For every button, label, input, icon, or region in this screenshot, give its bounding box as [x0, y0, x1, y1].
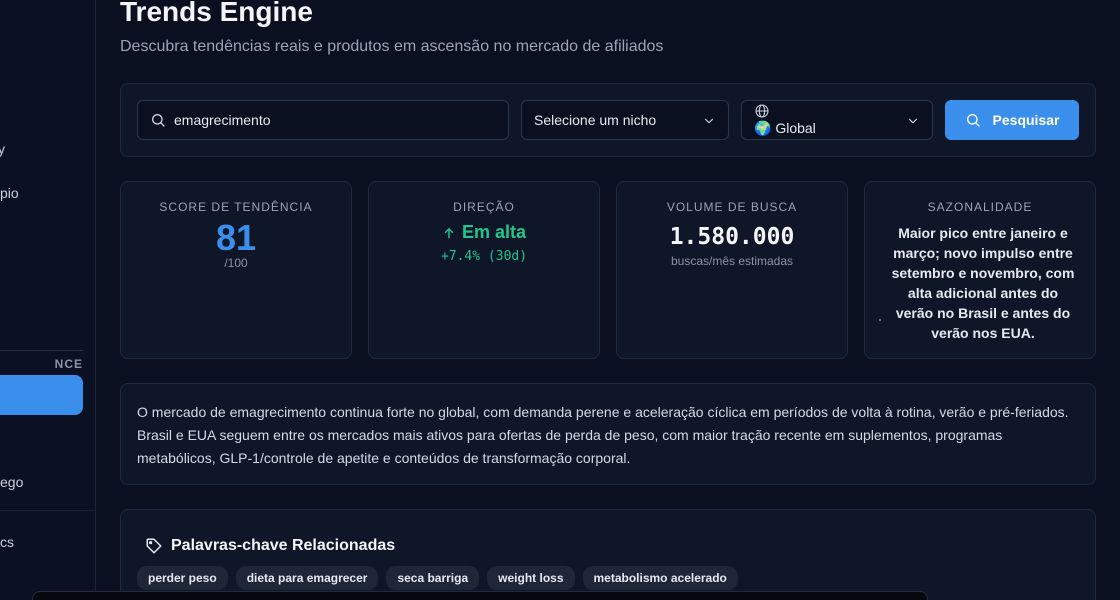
score-label: Score de Tendência — [159, 200, 313, 214]
bottom-overlay-bar — [32, 591, 928, 600]
search-icon — [152, 114, 165, 127]
direction-value-text: Em alta — [461, 222, 527, 242]
sidebar-item-b[interactable]: pio — [0, 185, 19, 201]
score-max: /100 — [224, 256, 248, 270]
related-keywords-title-text: Palavras-chave Relacionadas — [171, 537, 396, 554]
sidebar-item-label: cs — [0, 534, 14, 550]
region-select[interactable]: 🌍 Global — [741, 100, 933, 140]
sidebar-item-label: ego — [0, 474, 24, 490]
region-select-value: 🌍 Global — [754, 120, 816, 136]
keyword-chips: perder peso dieta para emagrecer seca ba… — [137, 566, 738, 590]
sidebar-item-label: y — [0, 141, 5, 157]
volume-card: Volume de Busca 1.580.000 buscas/mês est… — [616, 181, 848, 359]
niche-select[interactable]: Selecione um nicho — [521, 100, 729, 140]
seasonality-card: Sazonalidade Maior pico entre janeiro e … — [864, 181, 1096, 359]
sidebar-item-label: pio — [0, 185, 19, 201]
search-panel: Selecione um nicho 🌍 Global Pesquisar — [120, 83, 1096, 157]
market-summary-text: O mercado de emagrecimento continua fort… — [137, 404, 1069, 466]
keyword-chip[interactable]: metabolismo acelerado — [582, 566, 738, 590]
globe-icon — [755, 104, 769, 118]
keyword-chip[interactable]: perder peso — [137, 566, 228, 590]
direction-label: Direção — [453, 200, 515, 214]
search-button-label: Pesquisar — [992, 112, 1060, 128]
score-card: Score de Tendência 81 /100 — [120, 181, 352, 359]
search-field[interactable] — [137, 100, 509, 140]
related-keywords-title: Palavras-chave Relacionadas — [145, 537, 395, 555]
volume-sub: buscas/mês estimadas — [670, 254, 794, 268]
arrow-up-icon — [444, 227, 454, 238]
search-icon — [966, 114, 980, 127]
sidebar-item-d[interactable]: cs — [0, 534, 14, 550]
seasonality-text-wrap: Maior pico entre janeiro e março; novo i… — [879, 223, 1075, 343]
chevron-down-icon — [908, 118, 918, 124]
chevron-down-icon — [704, 118, 714, 124]
volume-label: Volume de Busca — [666, 200, 798, 214]
keyword-chip[interactable]: weight loss — [487, 566, 575, 590]
direction-card: Direção Em alta +7.4% (30d) — [368, 181, 600, 359]
keyword-chip[interactable]: dieta para emagrecer — [235, 566, 379, 590]
related-keywords-card: Palavras-chave Relacionadas perder peso … — [120, 509, 1096, 600]
sidebar-divider — [0, 510, 95, 511]
search-input[interactable] — [174, 112, 494, 128]
direction-value: Em alta — [369, 222, 599, 243]
tag-icon — [146, 538, 162, 554]
search-button[interactable]: Pesquisar — [945, 100, 1079, 140]
sidebar: y pio NCE ego cs — [0, 0, 96, 600]
volume-value: 1.580.000 — [669, 224, 795, 250]
seasonality-text: Maior pico entre janeiro e março; novo i… — [891, 225, 1075, 341]
sidebar-item-active[interactable] — [0, 375, 83, 415]
page-subtitle: Descubra tendências reais e produtos em … — [120, 38, 664, 55]
sidebar-item-a[interactable]: y — [0, 141, 5, 157]
keyword-chip[interactable]: seca barriga — [386, 566, 480, 590]
score-value: 81 — [215, 217, 257, 258]
seasonality-dot — [879, 319, 881, 321]
market-summary: O mercado de emagrecimento continua fort… — [120, 383, 1096, 485]
direction-change: +7.4% (30d) — [440, 249, 528, 264]
sidebar-section-label: NCE — [0, 350, 83, 371]
main-content: Trends Engine Descubra tendências reais … — [120, 0, 1096, 600]
niche-select-value: Selecione um nicho — [534, 112, 657, 128]
sidebar-item-c[interactable]: ego — [0, 474, 23, 490]
page-title: Trends Engine — [120, 0, 313, 27]
seasonality-label: Sazonalidade — [927, 200, 1033, 214]
